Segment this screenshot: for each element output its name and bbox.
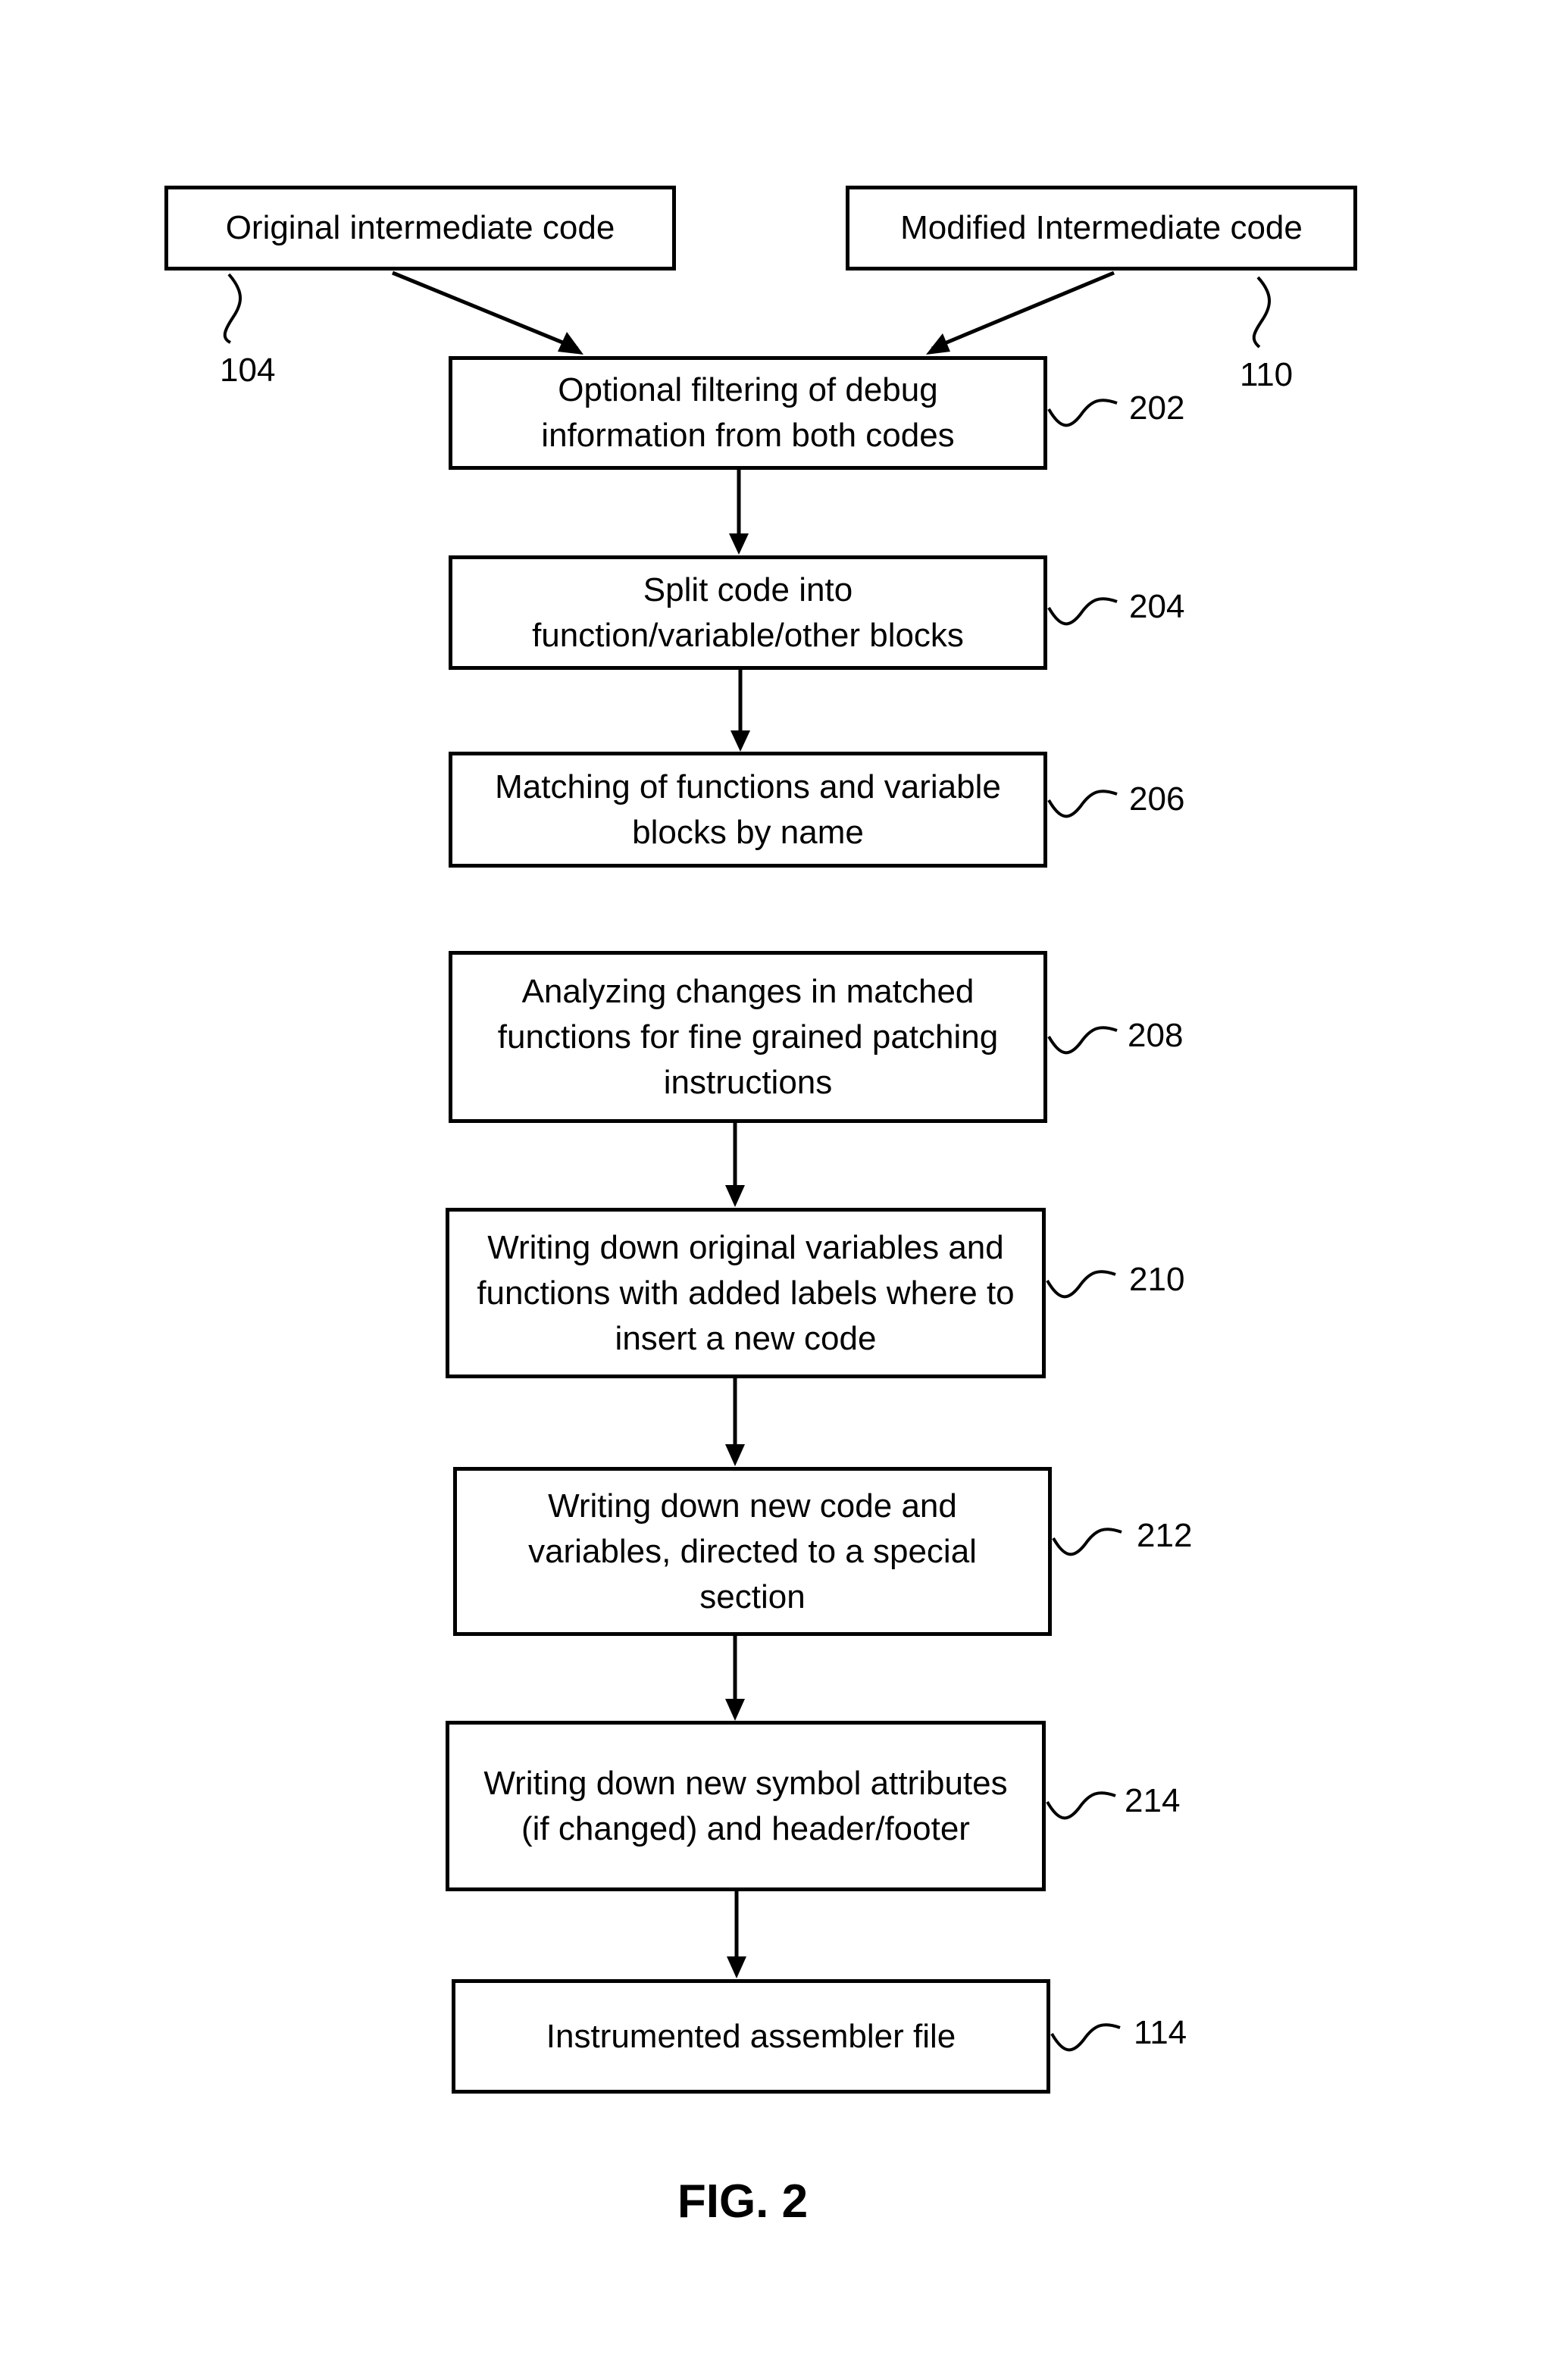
node-label: Writing down new symbol attributes (if c… xyxy=(483,1764,1008,1847)
leader-202-squiggle xyxy=(1047,399,1118,427)
output-instrumented-assembler-file: Instrumented assembler file xyxy=(452,1979,1050,2094)
node-label: Optional filtering of debug information … xyxy=(541,371,955,454)
leader-208-squiggle xyxy=(1047,1026,1118,1055)
arrowhead-212-to-214 xyxy=(725,1699,745,1721)
arrow-orig-to-202 xyxy=(392,271,578,351)
arrowhead-214-to-114 xyxy=(727,1956,746,1978)
arrowhead-210-to-212 xyxy=(725,1444,745,1466)
node-modified-intermediate-code: Modified Intermediate code xyxy=(846,186,1357,271)
node-original-intermediate-code: Original intermediate code xyxy=(164,186,676,271)
arrowhead-mod-to-202 xyxy=(926,333,950,355)
leader-212-squiggle xyxy=(1052,1528,1122,1556)
ref-number-202: 202 xyxy=(1129,389,1185,427)
leader-110-squiggle xyxy=(1252,276,1272,349)
leader-114-squiggle xyxy=(1050,2023,1121,2052)
ref-number-210: 210 xyxy=(1129,1261,1185,1298)
node-label: Original intermediate code xyxy=(225,209,615,246)
arrowhead-208-to-210 xyxy=(725,1185,745,1207)
leader-210-squiggle xyxy=(1046,1270,1116,1299)
step-212-write-new-code: Writing down new code and variables, dir… xyxy=(453,1467,1052,1636)
arrowhead-204-to-206 xyxy=(731,730,750,752)
leader-214-squiggle xyxy=(1046,1791,1116,1820)
node-label: Instrumented assembler file xyxy=(546,2017,956,2055)
arrowhead-202-to-204 xyxy=(729,533,749,555)
ref-number-104: 104 xyxy=(220,352,276,389)
ref-number-208: 208 xyxy=(1128,1017,1184,1054)
node-label: Writing down new code and variables, dir… xyxy=(528,1487,977,1615)
leader-104-squiggle xyxy=(223,273,242,344)
node-label: Analyzing changes in matched functions f… xyxy=(497,972,999,1101)
step-214-write-symbol-attributes: Writing down new symbol attributes (if c… xyxy=(446,1721,1046,1891)
ref-number-114: 114 xyxy=(1134,2014,1187,2051)
ref-number-214: 214 xyxy=(1125,1782,1181,1819)
node-label: Split code into function/variable/other … xyxy=(532,571,964,654)
step-202-filter-debug-info: Optional filtering of debug information … xyxy=(449,356,1047,470)
step-204-split-code: Split code into function/variable/other … xyxy=(449,555,1047,670)
arrow-mod-to-202 xyxy=(931,271,1115,351)
figure-label: FIG. 2 xyxy=(677,2175,809,2228)
step-206-match-blocks: Matching of functions and variable block… xyxy=(449,752,1047,868)
ref-number-204: 204 xyxy=(1129,588,1185,625)
node-label: Writing down original variables and func… xyxy=(477,1228,1015,1357)
node-label: Matching of functions and variable block… xyxy=(495,768,1001,851)
ref-number-110: 110 xyxy=(1240,356,1294,393)
leader-206-squiggle xyxy=(1047,790,1118,818)
flowchart-canvas: Original intermediate code 104 Modified … xyxy=(0,0,1558,2380)
arrowhead-orig-to-202 xyxy=(558,332,583,355)
ref-number-206: 206 xyxy=(1129,780,1185,818)
ref-number-212: 212 xyxy=(1137,1517,1193,1554)
step-210-write-original: Writing down original variables and func… xyxy=(446,1208,1046,1378)
node-label: Modified Intermediate code xyxy=(900,209,1303,246)
leader-204-squiggle xyxy=(1047,597,1118,626)
step-208-analyze-changes: Analyzing changes in matched functions f… xyxy=(449,951,1047,1123)
